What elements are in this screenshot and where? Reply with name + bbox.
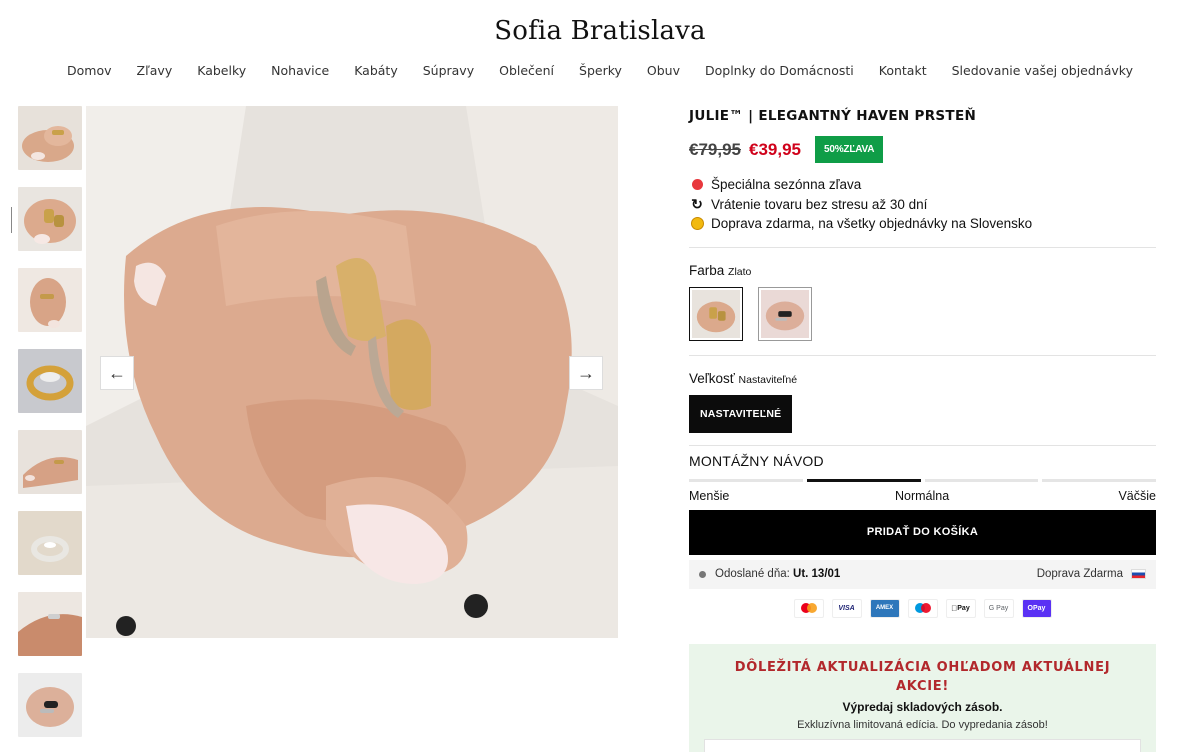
return-icon: ↻ <box>691 196 703 213</box>
thumbnail-2[interactable] <box>18 187 82 251</box>
visa-icon: VISA <box>831 598 862 618</box>
feature-item: Špeciálna sezónna zľava <box>689 175 1156 195</box>
feature-item: Doprava zdarma, na všetky objednávky na … <box>689 214 1156 234</box>
gallery-prev-button[interactable]: ← <box>100 356 134 390</box>
arrow-left-icon: ← <box>108 362 126 383</box>
thumbnail-1[interactable] <box>18 106 82 170</box>
thumbnail-6[interactable] <box>18 511 82 575</box>
nav-item-kontakt[interactable]: Kontakt <box>879 63 927 78</box>
mastercard-icon <box>793 598 824 618</box>
divider <box>689 444 1156 446</box>
thumbnail-list <box>18 106 84 752</box>
apple-pay-icon: Pay <box>945 598 976 618</box>
coin-icon <box>690 217 704 231</box>
size-tab-smaller[interactable] <box>689 478 803 482</box>
size-label-smaller: Menšie <box>689 488 730 503</box>
nav-item-doplnky[interactable]: Doplnky do Domácnosti <box>705 63 854 78</box>
promo-notice: DÔLEŽITÁ AKTUALIZÁCIA OHĽADOM AKTUÁLNEJ … <box>689 643 1156 752</box>
size-label: Veľkosť Nastaviteľné <box>689 370 798 386</box>
product-main-image[interactable] <box>86 106 618 638</box>
nav-item-domov[interactable]: Domov <box>67 63 112 78</box>
nav-item-zlavy[interactable]: Zľavy <box>137 63 173 78</box>
thumbnail-4[interactable] <box>18 349 82 413</box>
arrow-right-icon: → <box>577 362 595 383</box>
thumbnail-8[interactable] <box>18 673 82 737</box>
nav-item-obuv[interactable]: Obuv <box>647 63 680 78</box>
sale-price: €39,95 <box>749 139 801 159</box>
thumbnail-3[interactable] <box>18 268 82 332</box>
store-title[interactable]: Sofia Bratislava <box>0 16 1200 46</box>
feature-text: Špeciálna sezónna zľava <box>711 177 862 193</box>
feature-text: Vrátenie tovaru bez stresu až 30 dní <box>711 196 928 212</box>
feature-text: Doprava zdarma, na všetky objednávky na … <box>711 216 1033 232</box>
add-to-cart-button[interactable]: PRIDAŤ DO KOŠÍKA <box>689 509 1156 555</box>
size-tab-normal[interactable] <box>806 478 921 482</box>
notice-subtitle: Výpredaj skladových zásob. <box>842 699 1003 714</box>
color-value: Zlato <box>728 265 752 278</box>
feature-item: ↻ Vrátenie tovaru bez stresu až 30 dní <box>689 195 1156 215</box>
divider <box>689 246 1156 248</box>
nav-item-supravy[interactable]: Súpravy <box>423 63 474 78</box>
size-guide-title: MONTÁŽNY NÁVOD <box>689 452 824 469</box>
active-thumbnail-marker <box>11 207 12 233</box>
size-selector: Veľkosť Nastaviteľné NASTAVITEĽNÉ <box>689 371 1156 433</box>
notice-title: DÔLEŽITÁ AKTUALIZÁCIA OHĽADOM AKTUÁLNEJ … <box>734 659 1111 694</box>
free-shipping-text: Doprava Zdarma <box>1036 568 1123 580</box>
color-swatch-gold[interactable] <box>689 286 743 341</box>
size-tab-larger[interactable] <box>1042 478 1156 482</box>
size-guide-tabs <box>689 478 1156 482</box>
notice-text: Exkluzívna limitovaná edícia. Do vypreda… <box>797 718 1048 731</box>
nav-item-nohavice[interactable]: Nohavice <box>271 63 329 78</box>
gallery-next-button[interactable]: → <box>569 356 603 390</box>
color-swatch-silver[interactable] <box>758 286 812 341</box>
nav-item-kabaty[interactable]: Kabáty <box>354 63 398 78</box>
divider <box>689 354 1156 356</box>
red-dot-icon <box>691 179 703 191</box>
notice-box <box>704 738 1141 752</box>
thumbnail-5[interactable] <box>18 430 82 494</box>
shipping-label: Odoslané dňa: <box>715 568 790 580</box>
discount-badge: 50%ZĽAVA <box>815 136 884 163</box>
size-guide-labels: Menšie Normálna Väčšie <box>689 489 1156 507</box>
slovakia-flag-icon <box>1131 568 1146 579</box>
status-dot-icon <box>699 570 706 578</box>
shipping-info: Odoslané dňa: Ut. 13/01 Doprava Zdarma <box>689 559 1156 589</box>
size-tab-mid[interactable] <box>924 478 1039 482</box>
feature-list: Špeciálna sezónna zľava ↻ Vrátenie tovar… <box>689 175 1156 234</box>
maestro-icon <box>907 598 938 618</box>
color-label: Farba Zlato <box>689 262 752 278</box>
nav-item-kabelky[interactable]: Kabelky <box>197 63 246 78</box>
size-option-adjustable[interactable]: NASTAVITEĽNÉ <box>689 394 793 433</box>
main-navigation: Domov Zľavy Kabelky Nohavice Kabáty Súpr… <box>0 63 1200 78</box>
old-price: €79,95 <box>689 139 741 159</box>
size-label-normal: Normálna <box>895 488 950 503</box>
thumbnail-7[interactable] <box>18 592 82 656</box>
google-pay-icon: G Pay <box>983 598 1014 618</box>
product-title: JULIE™ | ELEGANTNÝ HAVEN PRSTEŇ <box>689 108 977 124</box>
product-panel: JULIE™ | ELEGANTNÝ HAVEN PRSTEŇ €79,95 €… <box>689 104 1156 752</box>
color-selector: Farba Zlato <box>689 263 1156 341</box>
size-label-larger: Väčšie <box>1118 488 1156 503</box>
size-value: Nastaviteľné <box>738 373 798 386</box>
shop-pay-icon: OPay <box>1021 598 1052 618</box>
shipping-date: Ut. 13/01 <box>793 568 841 580</box>
price-row: €79,95 €39,95 50%ZĽAVA <box>689 136 1156 163</box>
payment-methods: VISA AMEX Pay G Pay OPay <box>689 598 1156 618</box>
nav-item-tracking[interactable]: Sledovanie vašej objednávky <box>952 63 1133 78</box>
nav-item-obleceni[interactable]: Oblečení <box>499 63 554 78</box>
amex-icon: AMEX <box>869 598 900 618</box>
nav-item-sperky[interactable]: Šperky <box>579 63 622 78</box>
